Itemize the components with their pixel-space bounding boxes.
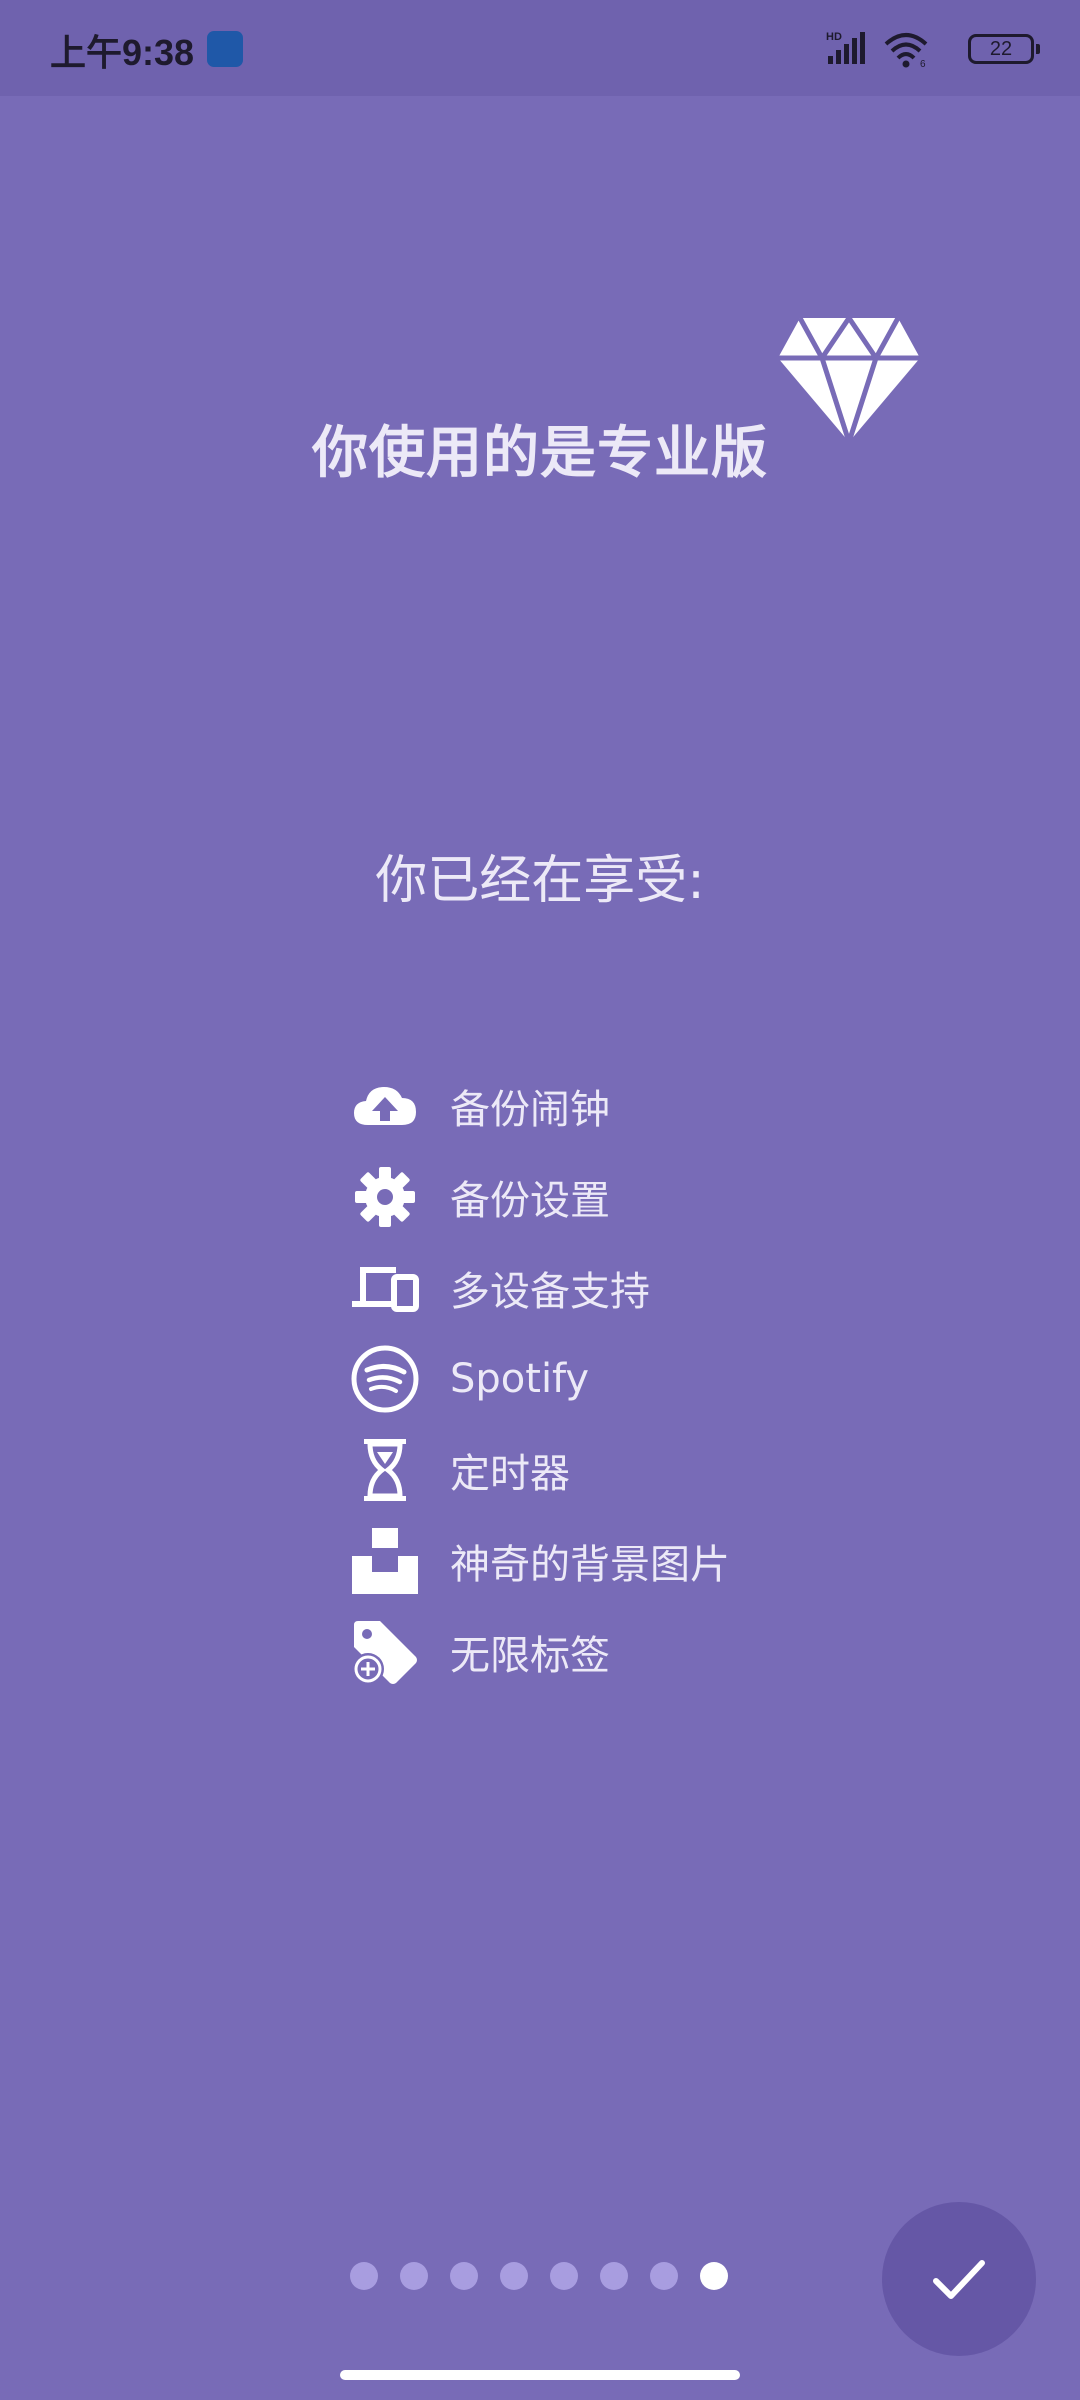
signal-label: HD (826, 31, 842, 43)
home-indicator[interactable] (340, 2370, 740, 2380)
page-dot-2[interactable] (400, 2262, 428, 2290)
features-subtitle: 你已经在享受: (375, 851, 705, 911)
unsplash-icon (350, 1526, 420, 1596)
status-icons: HD 6 22 (780, 28, 1040, 68)
tag-add-icon (350, 1617, 420, 1687)
page-dot-4[interactable] (500, 2262, 528, 2290)
feature-label: 备份闹钟 (450, 1086, 610, 1133)
page-dot-3[interactable] (450, 2262, 478, 2290)
page-dot-5[interactable] (550, 2262, 578, 2290)
signal-icon: HD (826, 31, 865, 64)
feature-label: Spotify (450, 1355, 590, 1402)
wifi-icon: 6 (884, 33, 928, 68)
feature-list: 备份闹钟 备份设置 多设备支持 Spotify 定时器 神奇的背景图片 无限标签 (350, 1060, 950, 1697)
page-title: 你使用的是专业版 (0, 408, 1080, 489)
hourglass-icon (350, 1435, 420, 1505)
page-dot-8[interactable] (700, 2262, 728, 2290)
page-dot-1[interactable] (350, 2262, 378, 2290)
feature-label: 定时器 (450, 1450, 570, 1497)
page-dot-6[interactable] (600, 2262, 628, 2290)
feature-label: 神奇的背景图片 (450, 1541, 730, 1588)
page-indicator (350, 2262, 750, 2292)
feature-item-unlimited-tags: 无限标签 (350, 1606, 950, 1697)
feature-item-backgrounds: 神奇的背景图片 (350, 1515, 950, 1606)
feature-item-backup-alarms: 备份闹钟 (350, 1060, 950, 1151)
cloud-upload-icon (350, 1071, 420, 1141)
feature-item-multi-device: 多设备支持 (350, 1242, 950, 1333)
devices-icon (350, 1253, 420, 1323)
page-title-text: 你使用的是专业版 (312, 421, 768, 486)
feature-item-backup-settings: 备份设置 (350, 1151, 950, 1242)
feature-label: 备份设置 (450, 1177, 610, 1224)
app-notification-icon (207, 31, 243, 67)
page-dot-7[interactable] (650, 2262, 678, 2290)
feature-item-spotify: Spotify (350, 1333, 950, 1424)
feature-label: 多设备支持 (450, 1268, 650, 1315)
wifi-label: 6 (920, 59, 926, 68)
spotify-icon (350, 1344, 420, 1414)
checkmark-icon (933, 2260, 985, 2299)
gear-icon (350, 1162, 420, 1232)
status-bar: 上午9:38 HD 6 22 (0, 0, 1080, 96)
feature-label: 无限标签 (450, 1632, 610, 1679)
battery-level: 22 (989, 38, 1013, 60)
status-time: 上午9:38 (50, 32, 195, 73)
done-button[interactable] (882, 2202, 1036, 2356)
feature-item-timer: 定时器 (350, 1424, 950, 1515)
battery-icon: 22 (968, 34, 1040, 64)
